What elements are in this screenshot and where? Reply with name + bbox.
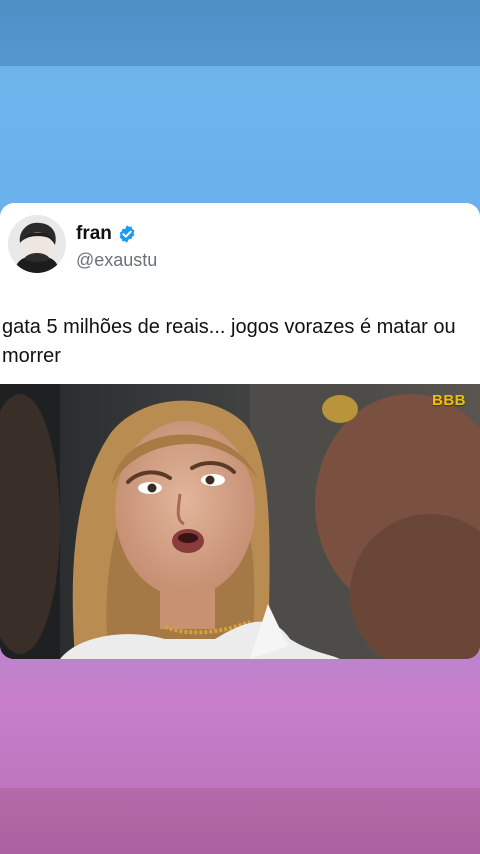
bottom-blur-band — [0, 788, 480, 854]
top-blur-band — [0, 0, 480, 66]
tweet-card[interactable]: fran @exaustu gata 5 milhões de reais...… — [0, 203, 480, 659]
avatar[interactable] — [8, 215, 66, 273]
verified-badge-icon — [119, 225, 135, 243]
tweet-header: fran @exaustu — [0, 203, 480, 293]
tweet-media-video[interactable]: BBB — [0, 384, 480, 659]
author-name-row: fran — [76, 223, 137, 245]
author-handle[interactable]: @exaustu — [76, 250, 157, 271]
bbb-watermark: BBB — [432, 392, 466, 409]
tweet-text: gata 5 milhões de reais... jogos vorazes… — [2, 316, 456, 367]
author-name[interactable]: fran — [76, 223, 112, 245]
